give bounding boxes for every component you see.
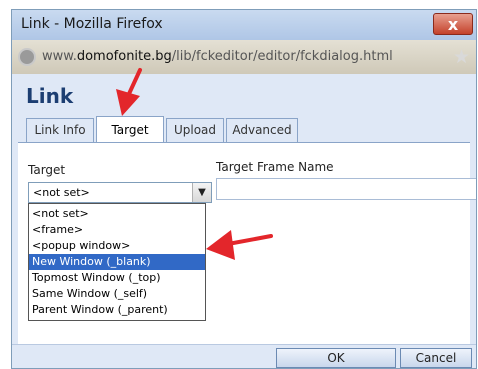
- dropdown-option-parent-window[interactable]: Parent Window (_parent): [29, 302, 205, 318]
- ok-button[interactable]: OK: [276, 348, 396, 368]
- target-dropdown-list: <not set> <frame> <popup window> New Win…: [28, 203, 206, 321]
- window-title: Link - Mozilla Firefox: [21, 16, 163, 32]
- address-bar[interactable]: www.domofonite.bg/lib/fckeditor/editor/f…: [12, 40, 476, 74]
- tab-upload[interactable]: Upload: [166, 118, 224, 142]
- dropdown-option-popup-window[interactable]: <popup window>: [29, 238, 205, 254]
- close-icon: x: [447, 15, 459, 34]
- target-select-value: <not set>: [33, 186, 90, 199]
- window-titlebar: Link - Mozilla Firefox x: [12, 10, 476, 40]
- site-identity-icon[interactable]: [18, 48, 36, 66]
- target-select[interactable]: <not set> ▼: [28, 182, 212, 203]
- dropdown-option-not-set[interactable]: <not set>: [29, 206, 205, 222]
- target-tab-panel: Target Target Frame Name <not set> ▼ <no…: [18, 142, 476, 344]
- tab-link-info[interactable]: Link Info: [26, 118, 94, 142]
- dialog-footer: OK Cancel: [12, 344, 476, 368]
- frame-name-input[interactable]: [216, 178, 476, 200]
- url-path: /lib/fckeditor/editor/fckdialog.html: [171, 49, 393, 64]
- dialog-title: Link: [26, 84, 74, 108]
- cancel-button[interactable]: Cancel: [400, 348, 472, 368]
- dropdown-option-same-window[interactable]: Same Window (_self): [29, 286, 205, 302]
- url-host: domofonite.bg: [76, 49, 172, 64]
- dropdown-option-frame[interactable]: <frame>: [29, 222, 205, 238]
- target-label: Target: [28, 163, 66, 177]
- url-prefix: www.: [42, 49, 77, 64]
- dropdown-option-new-window[interactable]: New Window (_blank): [29, 254, 205, 270]
- dropdown-option-topmost-window[interactable]: Topmost Window (_top): [29, 270, 205, 286]
- url-text[interactable]: www.domofonite.bg/lib/fckeditor/editor/f…: [42, 49, 393, 64]
- bookmark-star-icon[interactable]: ★: [453, 46, 470, 68]
- chevron-down-icon[interactable]: ▼: [192, 183, 211, 202]
- tab-target[interactable]: Target: [96, 116, 164, 142]
- close-button[interactable]: x: [433, 13, 473, 35]
- firefox-window: Link - Mozilla Firefox x www.domofonite.…: [11, 9, 477, 369]
- frame-name-label: Target Frame Name: [216, 160, 334, 174]
- tab-advanced[interactable]: Advanced: [226, 118, 298, 142]
